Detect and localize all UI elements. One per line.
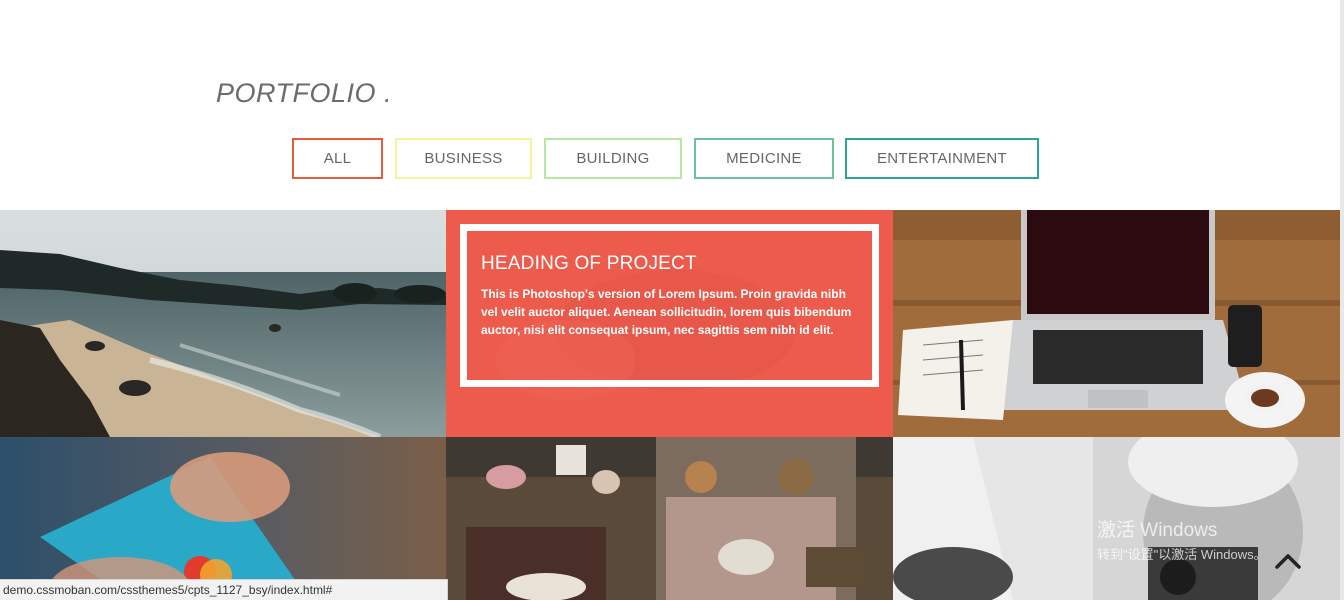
chevron-up-icon [1275, 554, 1301, 569]
filter-medicine-button[interactable]: MEDICINE [694, 138, 834, 179]
portfolio-item-featured[interactable]: HEADING OF PROJECT This is Photoshop's v… [446, 210, 893, 437]
watermark-title: 激活 Windows [1097, 520, 1218, 541]
portfolio-item-card[interactable] [0, 437, 446, 600]
filter-all-button[interactable]: ALL [292, 138, 383, 179]
laptop-image [893, 210, 1340, 437]
back-to-top-button[interactable] [1272, 546, 1304, 578]
portfolio-item-laptop[interactable] [893, 210, 1340, 437]
filter-business-button[interactable]: BUSINESS [395, 138, 532, 179]
filter-building-button[interactable]: BUILDING [544, 138, 682, 179]
status-url: demo.cssmoban.com/cssthemes5/cpts_1127_b… [3, 583, 333, 597]
filter-entertainment-button[interactable]: ENTERTAINMENT [845, 138, 1039, 179]
vintage-shop-image [446, 437, 893, 600]
filter-bar: ALL BUSINESS BUILDING MEDICINE ENTERTAIN… [0, 138, 1344, 179]
watermark-subtitle: 转到"设置"以激活 Windows。 [1097, 547, 1267, 562]
windows-activation-watermark: 激活 Windows 转到"设置"以激活 Windows。 [1097, 520, 1267, 566]
scrollbar[interactable] [1340, 0, 1344, 600]
page: PORTFOLIO . ALL BUSINESS BUILDING MEDICI… [0, 0, 1344, 600]
portfolio-item-vintage[interactable] [446, 437, 893, 600]
portfolio-item-coast[interactable] [0, 210, 446, 437]
section-title: PORTFOLIO . [216, 78, 393, 108]
coast-image [0, 210, 446, 437]
project-overlay: HEADING OF PROJECT This is Photoshop's v… [460, 224, 879, 387]
project-heading: HEADING OF PROJECT [481, 253, 697, 274]
project-description: This is Photoshop's version of Lorem Ips… [481, 287, 852, 337]
credit-card-image [0, 437, 446, 600]
browser-status-bar: demo.cssmoban.com/cssthemes5/cpts_1127_b… [0, 579, 448, 600]
